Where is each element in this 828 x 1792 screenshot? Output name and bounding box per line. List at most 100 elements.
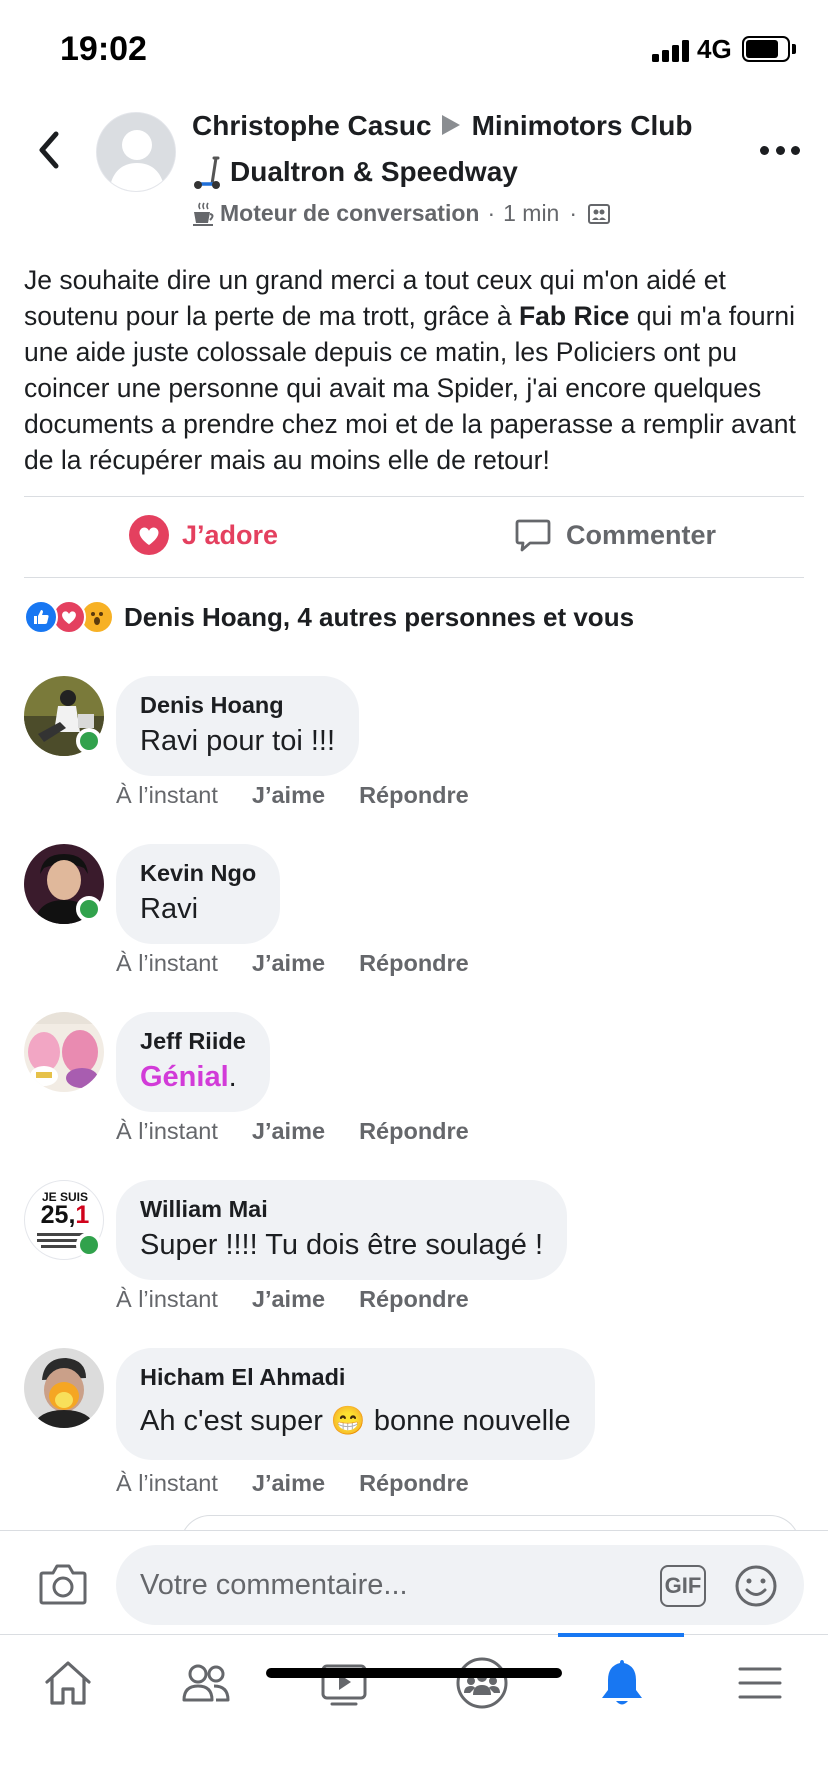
commenter-name[interactable]: Kevin Ngo <box>140 858 256 888</box>
genial-text: Génial <box>140 1061 229 1093</box>
comment-time[interactable]: À l’instant <box>116 1470 218 1497</box>
comment-time[interactable]: À l’instant <box>116 1118 218 1145</box>
comment-bubble: Hicham El Ahmadi Ah c'est super 😁 bonne … <box>116 1348 595 1460</box>
status-bar: 19:02 4G <box>0 0 828 100</box>
comment-reply-button[interactable]: Répondre <box>359 782 469 809</box>
bottom-tab-bar <box>0 1633 828 1792</box>
battery-icon <box>742 36 790 62</box>
active-tab-indicator <box>558 1633 684 1637</box>
comment-time[interactable]: À l’instant <box>116 1286 218 1313</box>
comment-like-button[interactable]: J’aime <box>252 1286 325 1313</box>
author-avatar[interactable] <box>96 112 176 192</box>
hamburger-menu-icon <box>738 1667 782 1699</box>
commenter-name[interactable]: Denis Hoang <box>140 690 335 720</box>
tab-menu[interactable] <box>730 1653 790 1713</box>
comment-text: Ravi pour toi !!! <box>140 725 336 757</box>
camera-button[interactable] <box>38 1561 88 1607</box>
grinning-emoji: 😁 <box>330 1405 366 1436</box>
avatar-number-accent: 1 <box>75 1201 90 1229</box>
comment-label: Commenter <box>566 519 717 550</box>
comment-time[interactable]: À l’instant <box>116 782 218 809</box>
tab-friends[interactable] <box>176 1653 236 1713</box>
comment-text-part2: bonne nouvelle <box>365 1405 571 1437</box>
commenter-name[interactable]: Jeff Riide <box>140 1026 246 1056</box>
coffee-cup-icon <box>193 202 214 226</box>
avatar-photo <box>24 1348 104 1428</box>
author-name[interactable]: Christophe Casuc <box>192 110 432 141</box>
heart-icon <box>129 515 169 555</box>
comment-actions: À l’instant J’aime Répondre <box>116 950 469 977</box>
emoji-button[interactable] <box>734 1564 778 1608</box>
comment-button[interactable]: Commenter <box>514 516 716 554</box>
group-members-icon <box>588 203 611 224</box>
comment-actions: À l’instant J’aime Répondre <box>116 1118 469 1145</box>
divider <box>24 496 804 497</box>
status-time: 19:02 <box>60 30 147 68</box>
comment-like-button[interactable]: J’aime <box>252 1470 325 1497</box>
reactions-summary[interactable]: Denis Hoang, 4 autres personnes et vous <box>24 600 634 634</box>
love-label: J’adore <box>182 519 279 550</box>
back-button[interactable] <box>30 128 70 172</box>
bell-icon <box>602 1660 642 1705</box>
comment-reply-button[interactable]: Répondre <box>359 1470 469 1497</box>
commenter-name[interactable]: Hicham El Ahmadi <box>140 1362 571 1392</box>
comment-text: Ah c'est super 😁 bonne nouvelle <box>140 1402 571 1440</box>
divider <box>24 577 804 578</box>
comment-bubble-icon <box>515 519 551 552</box>
chevron-left-icon <box>39 131 59 169</box>
post-text: Je souhaite dire un grand merci a tout c… <box>24 262 810 478</box>
tab-home[interactable] <box>38 1653 98 1713</box>
camera-icon <box>39 1564 87 1605</box>
mention-link[interactable]: Fab Rice <box>519 301 629 331</box>
meta-separator: · <box>487 200 496 226</box>
smiley-icon <box>735 1565 777 1607</box>
comment-time[interactable]: À l’instant <box>116 950 218 977</box>
more-options-button[interactable] <box>760 140 800 160</box>
comment-like-button[interactable]: J’aime <box>252 1118 325 1145</box>
group-name-line1[interactable]: Minimotors Club <box>472 110 693 141</box>
comment-actions: À l’instant J’aime Répondre <box>116 782 469 809</box>
groups-icon <box>456 1657 508 1709</box>
comment-text: Génial. <box>140 1058 246 1096</box>
kick-scooter-icon <box>194 156 220 189</box>
comment-like-button[interactable]: J’aime <box>252 950 325 977</box>
comment-reply-button[interactable]: Répondre <box>359 950 469 977</box>
avatar-text-main: 25,1 <box>25 1201 103 1229</box>
tab-groups[interactable] <box>452 1653 512 1713</box>
conversation-badge: Moteur de conversation <box>220 200 480 226</box>
comment-reply-button[interactable]: Répondre <box>359 1286 469 1313</box>
home-indicator <box>266 1668 562 1678</box>
home-icon <box>45 1661 91 1705</box>
comment-bubble: Jeff Riide Génial. <box>116 1012 270 1112</box>
comment-text: Super !!!! Tu dois être soulagé ! <box>140 1229 544 1261</box>
commenter-name[interactable]: William Mai <box>140 1194 543 1224</box>
commenter-avatar[interactable] <box>24 1012 104 1092</box>
video-play-icon <box>321 1664 367 1706</box>
network-label: 4G <box>697 34 732 64</box>
tab-notifications[interactable] <box>592 1653 652 1713</box>
avatar-photo <box>24 1012 104 1092</box>
comment-reply-button[interactable]: Répondre <box>359 1118 469 1145</box>
comment-bubble: Denis Hoang Ravi pour toi !!! <box>116 676 360 776</box>
love-reaction-button[interactable]: J’adore <box>128 514 278 556</box>
arrow-right-icon <box>441 114 460 135</box>
meta-separator: · <box>569 200 578 226</box>
comment-bubble: William Mai Super !!!! Tu dois être soul… <box>116 1180 568 1280</box>
comment-text: Ravi <box>140 893 199 925</box>
online-status-dot <box>76 896 102 922</box>
tab-watch[interactable] <box>314 1653 374 1713</box>
gif-button[interactable]: GIF <box>660 1565 706 1607</box>
online-status-dot <box>76 728 102 754</box>
commenter-avatar[interactable] <box>24 1348 104 1428</box>
comment-composer: GIF <box>0 1530 828 1634</box>
comment-actions: À l’instant J’aime Répondre <box>116 1470 469 1497</box>
comment-like-button[interactable]: J’aime <box>252 782 325 809</box>
comment-bubble: Kevin Ngo Ravi <box>116 844 281 944</box>
comment-text-part1: Ah c'est super <box>140 1405 331 1437</box>
post-time[interactable]: 1 min <box>503 200 559 227</box>
group-name-line2[interactable]: Dualtron & Speedway <box>230 156 518 188</box>
reactions-text: Denis Hoang, 4 autres personnes et vous <box>124 601 635 632</box>
default-profile-icon <box>97 113 175 191</box>
online-status-dot <box>76 1232 102 1258</box>
post-header-group: Dualtron & Speedway <box>192 154 518 190</box>
